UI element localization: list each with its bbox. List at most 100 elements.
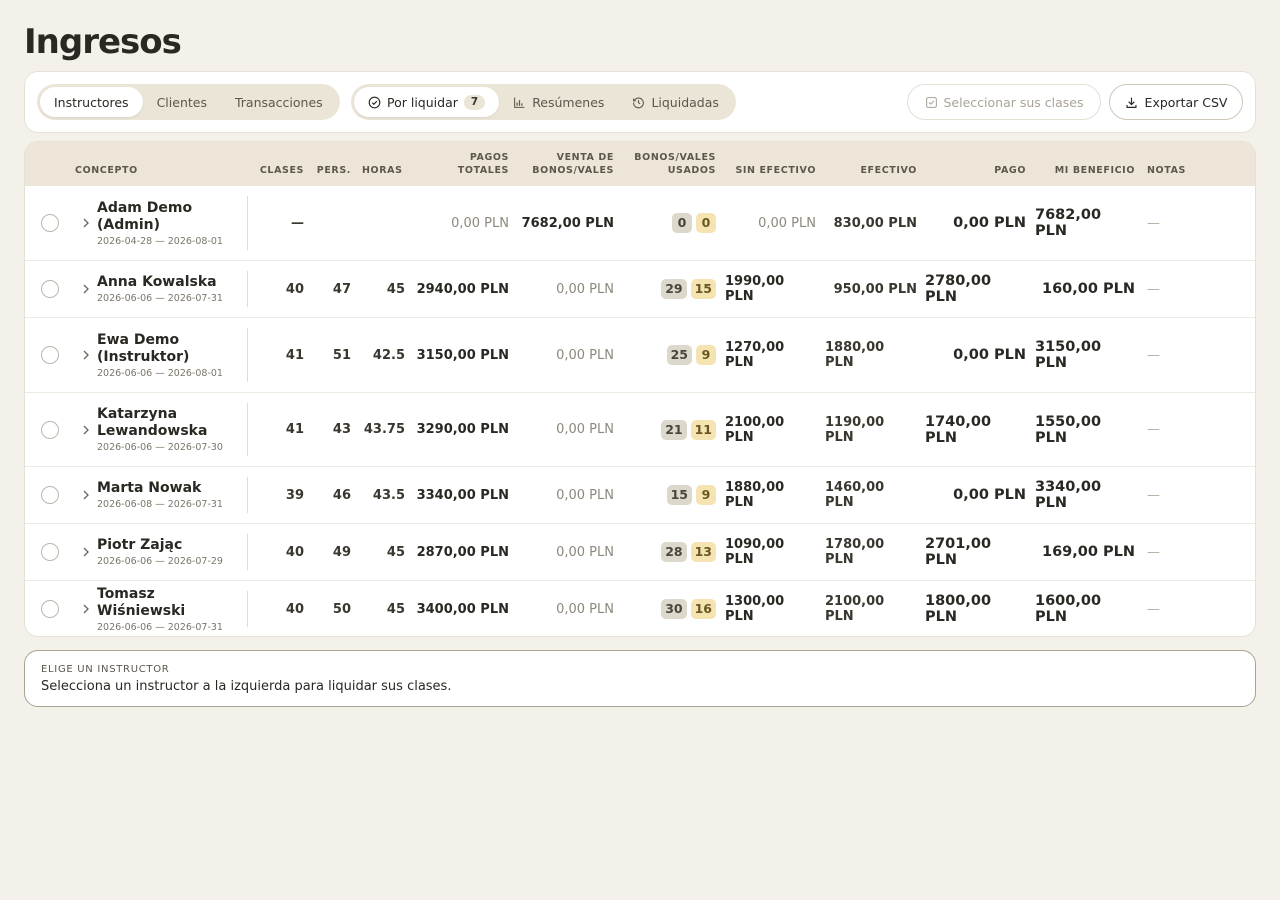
vouchers-pending-count: 9: [696, 485, 716, 505]
cell-value: 1600,00 PLN: [1035, 593, 1102, 625]
chevron-right-icon[interactable]: [79, 423, 93, 437]
notes-cell[interactable]: —: [1147, 467, 1207, 523]
cell-value: 0,00 PLN: [953, 215, 1026, 231]
cell-value: 49: [332, 544, 351, 560]
pers-cell: 43: [305, 393, 351, 466]
total-payments-cell: 3290,00 PLN: [409, 393, 509, 466]
date-range: 2026-06-06 — 2026-08-01: [97, 367, 223, 379]
vouchers-used-cell: 29 15: [620, 261, 716, 317]
view-label: Resúmenes: [532, 94, 605, 110]
profit-cell: 1550,00 PLN: [1035, 393, 1135, 466]
tab-transacciones[interactable]: Transacciones: [221, 87, 337, 117]
total-payments-cell: 3340,00 PLN: [409, 467, 509, 523]
tab-instructores[interactable]: Instructores: [40, 87, 143, 117]
notes-cell[interactable]: —: [1147, 581, 1207, 636]
payment-cell: 2780,00 PLN: [925, 261, 1026, 317]
table-row[interactable]: Tomasz Wiśniewski 2026-06-06 — 2026-07-31…: [25, 580, 1255, 636]
cell-value: 3290,00 PLN: [416, 422, 509, 437]
notes-cell[interactable]: —: [1147, 393, 1207, 466]
chevron-right-icon[interactable]: [79, 545, 93, 559]
cell-value: 43: [332, 422, 351, 437]
view-por-liquidar[interactable]: Por liquidar 7: [354, 87, 500, 117]
tab-clientes[interactable]: Clientes: [143, 87, 221, 117]
row-select-radio[interactable]: [41, 543, 59, 561]
date-range: 2026-06-06 — 2026-07-29: [97, 556, 223, 567]
vouchers-used-cell: 00: [620, 186, 716, 260]
notes-value: —: [1147, 422, 1160, 437]
voucher-sales-cell: 7682,00 PLN: [515, 186, 614, 260]
chevron-right-icon[interactable]: [79, 488, 93, 502]
cell-value: 1190,00 PLN: [825, 414, 885, 445]
profit-cell: 7682,00 PLN: [1035, 186, 1135, 260]
table-row[interactable]: Ewa Demo (Instruktor) 2026-06-06 — 2026-0…: [25, 317, 1255, 392]
instructors-table: CONCEPTO CLASES PERS. HORAS PAGOS TOTALE…: [24, 141, 1256, 637]
chevron-right-icon[interactable]: [79, 216, 93, 230]
select-classes-button[interactable]: Seleccionar sus clases: [907, 84, 1101, 120]
cell-value: 50: [332, 601, 351, 617]
col-pers: PERS.: [316, 165, 351, 176]
table-row[interactable]: Piotr Zając 2026-06-06 — 2026-07-29 40 49 45…: [25, 523, 1255, 580]
non-cash-cell: 1090,00 PLN: [725, 524, 816, 580]
notes-cell[interactable]: —: [1147, 524, 1207, 580]
notes-cell[interactable]: —: [1147, 318, 1207, 392]
cell-value: 1090,00 PLN: [725, 537, 785, 567]
cell-value: 2780,00 PLN: [925, 273, 992, 305]
vouchers-used-cell: 25 9: [620, 318, 716, 392]
cell-value: 3150,00 PLN: [1035, 339, 1102, 371]
row-select-radio[interactable]: [41, 486, 59, 504]
col-pagos-totales: PAGOS TOTALES: [457, 152, 509, 176]
download-icon: [1126, 97, 1137, 108]
cash-cell: 2100,00 PLN: [825, 581, 917, 636]
notes-value: —: [1147, 281, 1160, 297]
table-row[interactable]: Marta Nowak 2026-06-08 — 2026-07-31 39 46 43…: [25, 466, 1255, 523]
row-select-radio[interactable]: [41, 600, 59, 618]
pers-cell: 51: [305, 318, 351, 392]
export-csv-button[interactable]: Exportar CSV: [1109, 84, 1243, 120]
row-select-radio[interactable]: [41, 346, 59, 364]
table-row[interactable]: Katarzyna Lewandowska 2026-06-06 — 2026-0…: [25, 392, 1255, 466]
instructor-cell: Tomasz Wiśniewski 2026-06-06 — 2026-07-31: [97, 581, 247, 636]
cell-value: 2100,00 PLN: [825, 594, 885, 624]
profit-cell: 160,00 PLN: [1035, 261, 1135, 317]
cell-value: 1880,00 PLN: [825, 340, 885, 370]
hours-cell: 45: [362, 261, 405, 317]
cell-value: 1270,00 PLN: [725, 340, 785, 370]
cell-value: 1780,00 PLN: [825, 537, 885, 567]
pers-cell: 47: [305, 261, 351, 317]
cell-value: 45: [386, 281, 405, 297]
non-cash-cell: 1270,00 PLN: [725, 318, 816, 392]
vouchers-used-cell: 15 9: [620, 467, 716, 523]
col-mi-beneficio: MI BENEFICIO: [1054, 165, 1135, 176]
vouchers-used-count: 15: [666, 485, 692, 505]
tab-label: Instructores: [54, 94, 129, 110]
chevron-right-icon[interactable]: [79, 348, 93, 362]
chevron-right-icon[interactable]: [79, 602, 93, 616]
date-range: 2026-06-06 — 2026-07-31: [97, 293, 223, 304]
row-select-radio[interactable]: [41, 280, 59, 298]
payment-cell: 2701,00 PLN: [925, 524, 1026, 580]
vouchers-used-count: 28: [661, 542, 687, 562]
table-row[interactable]: Adam Demo (Admin) 2026-04-28 — 2026-08-01…: [25, 186, 1255, 260]
notes-value: —: [1147, 215, 1160, 231]
cell-value: 3340,00 PLN: [416, 487, 509, 503]
checkbox-icon: [925, 96, 937, 108]
notes-cell[interactable]: —: [1147, 261, 1207, 317]
view-liquidadas[interactable]: Liquidadas: [618, 87, 732, 117]
cash-cell: 1880,00 PLN: [825, 318, 917, 392]
table-row[interactable]: Anna Kowalska 2026-06-06 — 2026-07-31 40 47…: [25, 260, 1255, 317]
notes-cell[interactable]: —: [1147, 186, 1207, 260]
col-clases: CLASES: [259, 165, 304, 176]
row-select-radio[interactable]: [41, 214, 59, 232]
view-tabs: Por liquidar 7 Resúmenes Liquidadas: [351, 84, 736, 120]
cell-value: 43.5: [372, 487, 405, 503]
hours-cell: [362, 186, 405, 260]
col-pago: PAGO: [994, 165, 1026, 176]
vouchers-pending-count: 9: [696, 345, 716, 365]
cell-value: 40: [285, 281, 304, 297]
vouchers-used-count: 21: [661, 419, 687, 440]
view-resumenes[interactable]: Resúmenes: [499, 87, 618, 117]
tab-label: Clientes: [156, 94, 207, 110]
cell-value: 39: [285, 487, 304, 503]
row-select-radio[interactable]: [41, 420, 59, 439]
chevron-right-icon[interactable]: [79, 282, 93, 296]
